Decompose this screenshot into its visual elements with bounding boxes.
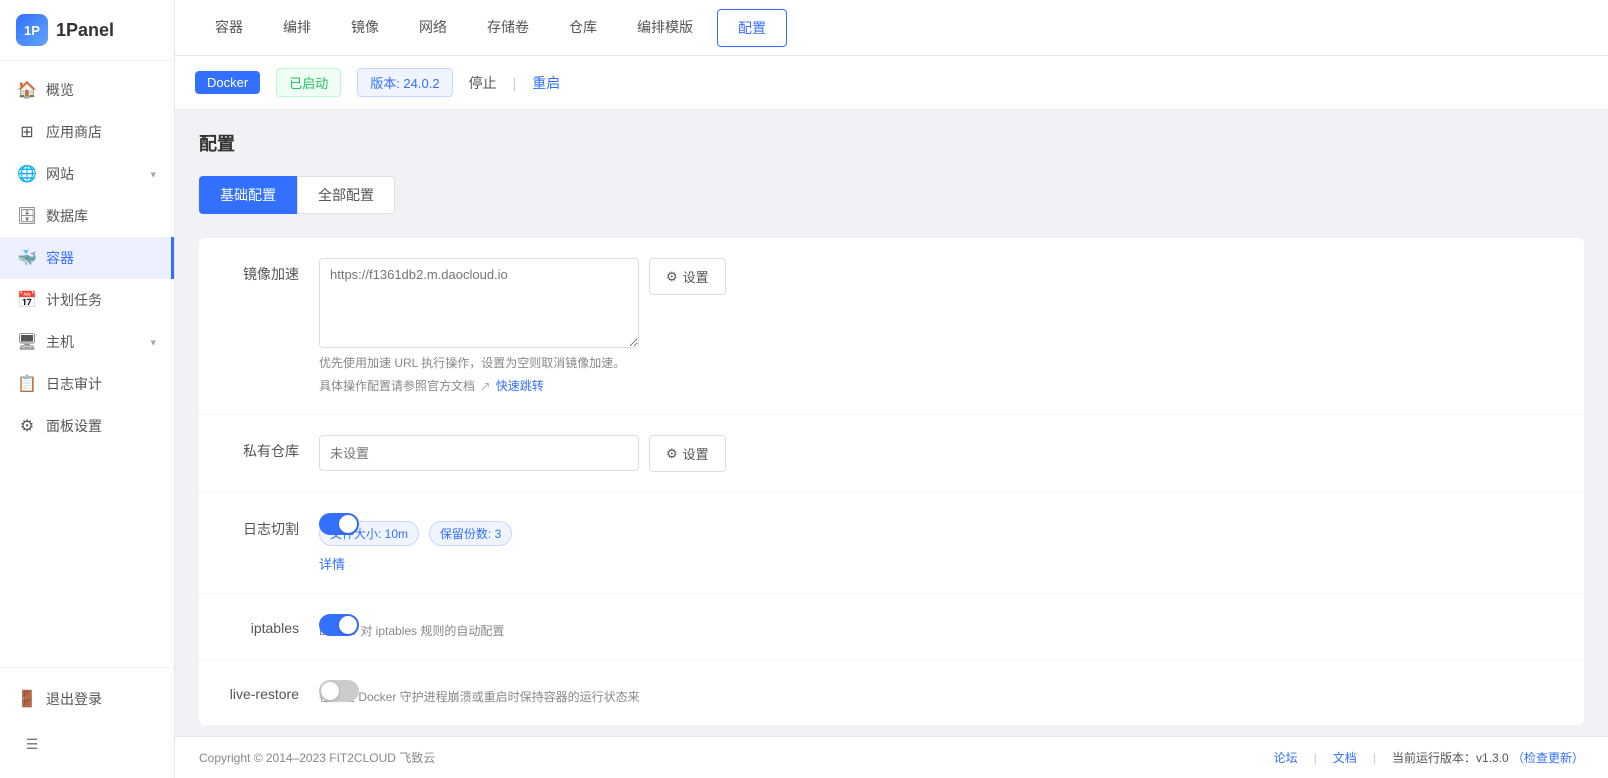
registry-setting-button[interactable]: ⚙ 设置 xyxy=(649,435,726,472)
sidebar-label-database: 数据库 xyxy=(46,206,88,226)
iptables-control: Docker 对 iptables 规则的自动配置 xyxy=(319,614,1584,639)
chevron-right-icon: ▾ xyxy=(150,336,156,349)
live-restore-control: 在宿主 Docker 守护进程崩溃或重启时保持容器的运行状态来 xyxy=(319,680,1584,705)
mirror-row: 镜像加速 ⚙ 设置 优先使用加速 URL 执行操作，设置为空则取消镜像加速。 具… xyxy=(199,238,1584,415)
sidebar-item-container[interactable]: 🐳 容器 xyxy=(0,237,174,279)
top-nav: 容器 编排 镜像 网络 存储卷 仓库 编排模版 配置 xyxy=(175,0,1608,56)
gear-icon: ⚙ xyxy=(666,269,678,285)
log-rotate-detail-link[interactable]: 详情 xyxy=(319,554,345,573)
database-icon: 🗄 xyxy=(18,207,36,225)
log-rotate-control: 文件大小: 10m 保留份数: 3 详情 xyxy=(319,513,1584,573)
docs-link[interactable]: 文档 xyxy=(1333,749,1357,766)
sidebar-label-appstore: 应用商店 xyxy=(46,122,102,142)
sidebar-label-panel-settings: 面板设置 xyxy=(46,416,102,436)
sidebar: 1P 1Panel 🏠 概览 ⊞ 应用商店 🌐 网站 ▾ 🗄 数据库 🐳 xyxy=(0,0,175,778)
main-content: 容器 编排 镜像 网络 存储卷 仓库 编排模版 配置 xyxy=(175,0,1608,778)
copyright: Copyright © 2014–2023 FIT2CLOUD 飞致云 xyxy=(199,749,435,766)
registry-input[interactable] xyxy=(319,435,639,471)
live-restore-label: live-restore xyxy=(199,680,319,702)
gear-icon-registry: ⚙ xyxy=(666,446,678,462)
tab-volume[interactable]: 存储卷 xyxy=(467,0,549,55)
sidebar-label-log: 日志审计 xyxy=(46,374,102,394)
sidebar-label-website: 网站 xyxy=(46,164,74,184)
page-content: 配置 基础配置 全部配置 镜像加速 ⚙ 设置 xyxy=(175,110,1608,736)
sidebar-label-cron: 计划任务 xyxy=(46,290,102,310)
mirror-control: ⚙ 设置 优先使用加速 URL 执行操作，设置为空则取消镜像加速。 具体操作配置… xyxy=(319,258,1584,394)
sidebar-label-host: 主机 xyxy=(46,332,74,352)
version-text: 当前运行版本：v1.3.0 （检查更新） xyxy=(1392,749,1584,766)
collapse-sidebar-button[interactable]: ☰ xyxy=(16,728,48,760)
appstore-icon: ⊞ xyxy=(18,123,36,141)
mirror-input[interactable] xyxy=(319,258,639,348)
log-icon: 📋 xyxy=(18,375,36,393)
iptables-hint: Docker 对 iptables 规则的自动配置 xyxy=(319,622,1584,639)
iptables-label: iptables xyxy=(199,614,319,636)
retain-count-tag: 保留份数: 3 xyxy=(429,521,512,546)
sidebar-item-database[interactable]: 🗄 数据库 xyxy=(0,195,174,237)
sidebar-item-panel-settings[interactable]: ⚙ 面板设置 xyxy=(0,405,174,447)
live-restore-hint: 在宿主 Docker 守护进程崩溃或重启时保持容器的运行状态来 xyxy=(319,688,1584,705)
status-bar: Docker 已启动 版本: 24.0.2 停止 | 重启 xyxy=(175,56,1608,110)
sidebar-label-logout: 退出登录 xyxy=(46,689,102,709)
sidebar-footer: 🚪 退出登录 ☰ xyxy=(0,667,174,778)
mirror-setting-button[interactable]: ⚙ 设置 xyxy=(649,258,726,295)
log-rotate-row: 日志切割 文件大小: 10m 保留份数: 3 详情 xyxy=(199,493,1584,594)
log-rotate-label: 日志切割 xyxy=(199,513,319,539)
version-badge: 版本: 24.0.2 xyxy=(357,68,452,97)
logo-text: 1Panel xyxy=(56,20,114,41)
separator: | xyxy=(513,75,517,91)
config-form: 镜像加速 ⚙ 设置 优先使用加速 URL 执行操作，设置为空则取消镜像加速。 具… xyxy=(199,238,1584,725)
sidebar-item-log[interactable]: 📋 日志审计 xyxy=(0,363,174,405)
running-badge: 已启动 xyxy=(276,68,341,97)
footer-links: 论坛 | 文档 | 当前运行版本：v1.3.0 （检查更新） xyxy=(1274,749,1584,766)
service-badge: Docker xyxy=(195,71,260,94)
page-title: 配置 xyxy=(199,130,1584,156)
container-icon: 🐳 xyxy=(18,249,36,267)
website-icon: 🌐 xyxy=(18,165,36,183)
sidebar-nav: 🏠 概览 ⊞ 应用商店 🌐 网站 ▾ 🗄 数据库 🐳 容器 📅 xyxy=(0,61,174,667)
registry-control: ⚙ 设置 xyxy=(319,435,1584,472)
tab-config[interactable]: 配置 xyxy=(717,9,787,47)
forum-link[interactable]: 论坛 xyxy=(1274,749,1298,766)
settings-icon: ⚙ xyxy=(18,417,36,435)
logout-icon: 🚪 xyxy=(18,690,36,708)
chevron-down-icon: ▾ xyxy=(150,168,156,181)
mirror-label: 镜像加速 xyxy=(199,258,319,284)
tab-compose[interactable]: 编排 xyxy=(263,0,331,55)
mirror-quick-link[interactable]: 快速跳转 xyxy=(496,379,544,393)
logo-icon: 1P xyxy=(16,14,48,46)
config-tabs: 基础配置 全部配置 xyxy=(199,176,1584,214)
sidebar-item-host[interactable]: 🖥 主机 ▾ xyxy=(0,321,174,363)
mirror-hint2: 具体操作配置请参照官方文档 ↗ 快速跳转 xyxy=(319,377,1584,394)
logo: 1P 1Panel xyxy=(0,0,174,61)
tab-registry[interactable]: 仓库 xyxy=(549,0,617,55)
sidebar-item-logout[interactable]: 🚪 退出登录 xyxy=(0,678,174,720)
tab-image[interactable]: 镜像 xyxy=(331,0,399,55)
sidebar-item-overview[interactable]: 🏠 概览 xyxy=(0,69,174,111)
cron-icon: 📅 xyxy=(18,291,36,309)
sidebar-label-overview: 概览 xyxy=(46,80,74,100)
tab-network[interactable]: 网络 xyxy=(399,0,467,55)
live-restore-row: live-restore 在宿主 Docker 守护进程崩溃或重启时保持容器的运… xyxy=(199,660,1584,725)
sidebar-item-appstore[interactable]: ⊞ 应用商店 xyxy=(0,111,174,153)
config-tab-basic[interactable]: 基础配置 xyxy=(199,176,297,214)
host-icon: 🖥 xyxy=(18,333,36,351)
footer: Copyright © 2014–2023 FIT2CLOUD 飞致云 论坛 |… xyxy=(175,736,1608,778)
mirror-hint1: 优先使用加速 URL 执行操作，设置为空则取消镜像加速。 xyxy=(319,354,1584,371)
sidebar-item-website[interactable]: 🌐 网站 ▾ xyxy=(0,153,174,195)
restart-link[interactable]: 重启 xyxy=(532,73,560,93)
home-icon: 🏠 xyxy=(18,81,36,99)
registry-label: 私有仓库 xyxy=(199,435,319,461)
tab-compose-template[interactable]: 编排模版 xyxy=(617,0,713,55)
sidebar-item-cron[interactable]: 📅 计划任务 xyxy=(0,279,174,321)
iptables-row: iptables Docker 对 iptables 规则的自动配置 xyxy=(199,594,1584,660)
tab-container[interactable]: 容器 xyxy=(195,0,263,55)
config-tab-all[interactable]: 全部配置 xyxy=(297,176,395,214)
registry-row: 私有仓库 ⚙ 设置 xyxy=(199,415,1584,493)
sidebar-label-container: 容器 xyxy=(46,248,74,268)
check-update-link[interactable]: （检查更新） xyxy=(1512,751,1584,765)
stop-link[interactable]: 停止 xyxy=(469,73,497,93)
